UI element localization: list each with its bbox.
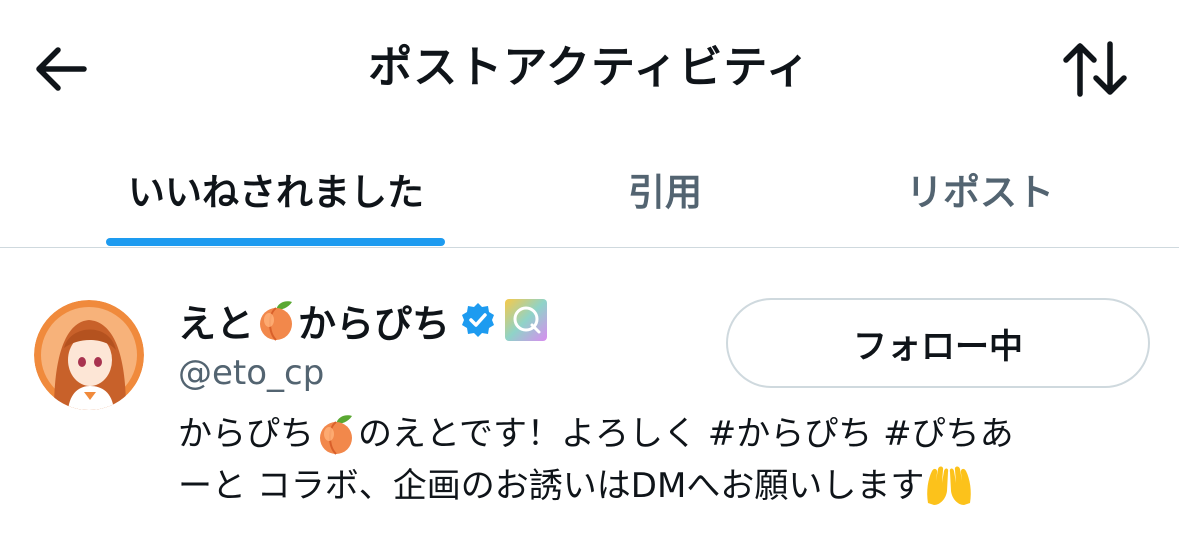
top-bar: ポストアクティビティ bbox=[0, 0, 1179, 130]
peach-icon bbox=[260, 301, 293, 341]
affiliate-badge-icon bbox=[505, 299, 548, 341]
user-cell[interactable]: えと からぴち @eto_cp フォロー中 からぴち のえとです！よろしく #か… bbox=[0, 248, 1179, 553]
tab-quotes[interactable]: 引用 bbox=[560, 130, 770, 248]
tab-bar: いいねされました 引用 リポスト bbox=[0, 130, 1179, 248]
user-bio: からぴち のえとです！よろしく #からぴち #ぴちあ ーと コラボ、企画のお誘い… bbox=[178, 408, 1168, 512]
peach-icon bbox=[320, 415, 352, 455]
display-name-line: えと からぴち bbox=[178, 292, 548, 348]
bio-text-b: のえとです！よろしく #からぴち #ぴちあ bbox=[358, 414, 1014, 454]
page-title: ポストアクティビティ bbox=[368, 42, 811, 93]
bio-text-a: からぴち bbox=[178, 414, 314, 454]
verified-badge-icon bbox=[462, 303, 495, 337]
tab-reposts[interactable]: リポスト bbox=[880, 130, 1080, 248]
bio-text-c: ーと コラボ、企画のお誘いはDMへお願いします bbox=[178, 466, 925, 506]
sort-arrows-icon[interactable] bbox=[1060, 38, 1130, 100]
user-handle: @eto_cp bbox=[178, 353, 325, 393]
avatar[interactable] bbox=[34, 300, 144, 410]
raising-hands-icon bbox=[927, 466, 972, 505]
bio-line-1: からぴち のえとです！よろしく #からぴち #ぴちあ bbox=[178, 408, 1168, 460]
bio-line-2: ーと コラボ、企画のお誘いはDMへお願いします bbox=[178, 460, 1168, 512]
display-name-part1: えと bbox=[178, 301, 255, 346]
following-button[interactable]: フォロー中 bbox=[726, 298, 1150, 388]
display-name[interactable]: えと からぴち bbox=[178, 293, 450, 348]
tab-likes[interactable]: いいねされました bbox=[105, 130, 447, 248]
display-name-part2: からぴち bbox=[298, 301, 451, 346]
active-tab-indicator bbox=[106, 238, 445, 246]
